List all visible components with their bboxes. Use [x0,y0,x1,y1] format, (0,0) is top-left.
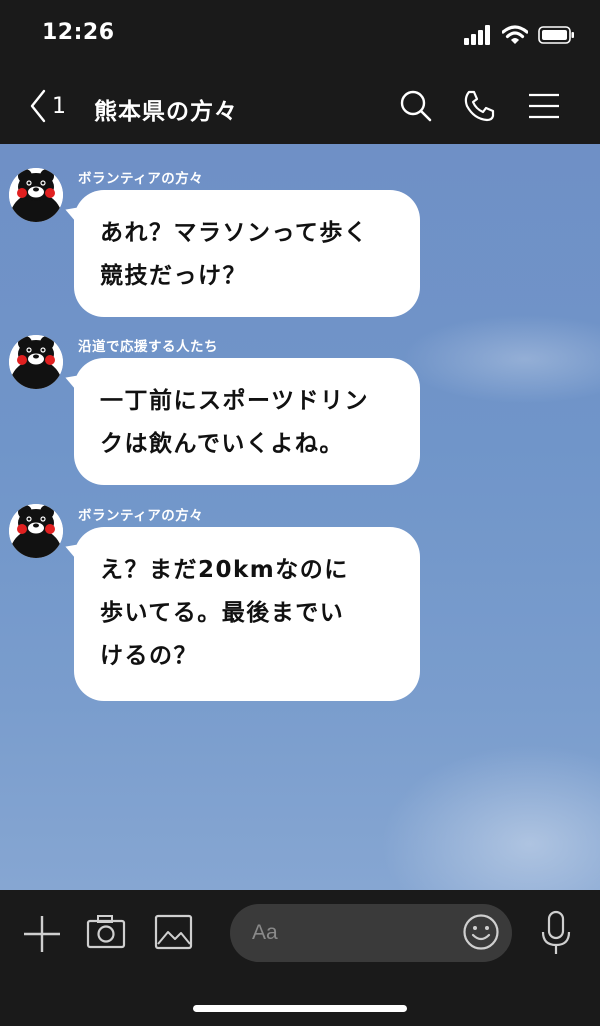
chat-header: 1 熊本県の方々 [0,70,600,144]
phone-icon[interactable] [461,88,497,124]
avatar-image [9,168,63,222]
back-chevron-icon [30,89,46,123]
menu-icon[interactable] [526,88,562,124]
message-line: あれ？マラソンって歩く [100,220,369,246]
avatar-image [9,504,63,558]
kumamon-avatar[interactable] [9,168,63,222]
message-line: 競技だっけ？ [100,263,247,289]
chat-area[interactable]: ボランティアの方々 あれ？マラソンって歩く 競技だっけ？ 沿道で応援する人たち … [0,144,600,890]
message-line: 歩いてる。最後までい [100,600,345,626]
composer-bar [0,890,600,1026]
image-icon[interactable] [154,914,194,950]
message-line: けるの？ [100,643,198,669]
home-indicator[interactable] [193,1005,407,1012]
chat-title: 熊本県の方々 [94,99,238,125]
kumamon-avatar[interactable] [9,504,63,558]
sender-name: ボランティアの方々 [78,508,204,524]
message-bubble[interactable]: あれ？マラソンって歩く 競技だっけ？ [74,190,420,317]
signal-icon [464,25,490,45]
sky-cloud [380,744,600,890]
message-line: え？まだ20kmなのに [100,557,349,583]
search-icon[interactable] [398,88,434,124]
message-line: 一丁前にスポーツドリン [100,388,370,414]
plus-icon[interactable] [22,914,62,954]
sender-name: ボランティアの方々 [78,171,204,187]
sender-name: 沿道で応援する人たち [78,339,218,355]
wifi-icon [502,25,528,44]
emoji-icon[interactable] [462,913,500,951]
status-bar: 12:26 [0,0,600,70]
message-bubble[interactable]: え？まだ20kmなのに 歩いてる。最後までい けるの？ [74,527,420,701]
camera-icon[interactable] [86,914,126,950]
unread-count: 1 [52,93,66,119]
back-button[interactable]: 1 [30,86,66,126]
kumamon-avatar[interactable] [9,335,63,389]
message-line: クは飲んでいくよね。 [100,431,344,457]
status-icons [464,24,576,46]
message-bubble[interactable]: 一丁前にスポーツドリン クは飲んでいくよね。 [74,358,420,485]
battery-icon [538,26,574,44]
microphone-icon[interactable] [539,910,573,956]
avatar-image [9,335,63,389]
sky-cloud [400,314,600,404]
status-time: 12:26 [42,20,115,45]
